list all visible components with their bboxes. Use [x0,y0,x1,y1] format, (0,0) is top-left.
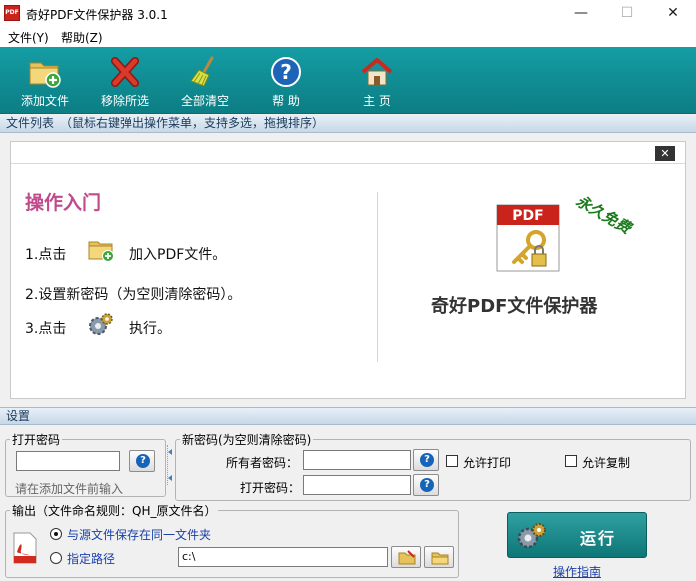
arrow-left-icon [168,449,172,455]
help-icon: ? [420,453,434,467]
new-password-legend: 新密码(为空则清除密码) [182,433,312,447]
arrow-left-icon [168,475,172,481]
add-file-button[interactable]: 添加文件 [8,51,82,111]
new-open-password-help-button[interactable]: ? [413,474,439,496]
guide-panel-top: ✕ [11,142,685,164]
new-open-password-input[interactable] [303,475,411,495]
settings-header: 设置 [0,407,696,425]
clear-all-label: 全部清空 [180,94,229,108]
owner-password-help-button[interactable]: ? [413,449,439,471]
step-1-prefix: 1.点击 [25,247,67,263]
menu-bar: 文件(Y) 帮助(Z) [0,28,696,47]
owner-password-input[interactable] [303,450,411,470]
toolbar: 添加文件 移除所选 全部清空 ? 帮 助 主 页 [0,47,696,114]
svg-text:?: ? [280,60,292,84]
home-icon [361,58,393,86]
step-2: 2.设置新密码（为空则清除密码）。 [25,287,242,303]
remove-selected-button[interactable]: 移除所选 [88,51,162,111]
file-list[interactable]: ✕ 操作入门 1.点击 加入PDF文件。 2.设置新密码（为空则清除密码）。 3… [0,133,696,407]
run-button[interactable]: 运行 [507,512,647,558]
folder-browse-icon [398,550,416,565]
close-button[interactable]: ✕ [650,0,696,28]
remove-x-icon [111,57,139,87]
gears-icon [89,313,113,335]
guide-close-button[interactable]: ✕ [655,146,675,161]
menu-help[interactable]: 帮助(Z) [61,29,103,46]
step-3-suffix: 执行。 [129,321,171,337]
home-button[interactable]: 主 页 [340,51,414,111]
product-icon-text: PDF [512,208,543,224]
open-password-input[interactable] [16,451,120,471]
owner-password-label: 所有者密码： [226,456,299,470]
run-label: 运行 [580,529,617,548]
minimize-button[interactable]: — [558,0,604,28]
step-1-suffix: 加入PDF文件。 [129,247,227,263]
custom-path-radio[interactable] [50,552,62,564]
browse-folder-button[interactable] [391,546,421,568]
help-icon: ? [271,57,301,87]
broom-icon [190,56,214,87]
allow-copy-checkbox[interactable] [565,455,577,467]
same-folder-radio[interactable] [50,528,62,540]
step-3-prefix: 3.点击 [25,321,67,337]
guide-heading: 操作入门 [25,192,102,214]
free-forever-stamp: 永久免费 [573,191,634,238]
window-title: 奇好PDF文件保护器 3.0.1 [26,8,168,22]
product-name: 奇好PDF文件保护器 [431,296,598,317]
add-file-label: 添加文件 [20,94,69,108]
custom-path-label: 指定路径 [67,552,116,566]
help-icon: ? [420,478,434,492]
allow-copy-label: 允许复制 [582,456,631,470]
open-password-hint: 请在添加文件前输入 [15,482,124,496]
user-guide-link[interactable]: 操作指南 [553,563,601,580]
guide-panel: ✕ 操作入门 1.点击 加入PDF文件。 2.设置新密码（为空则清除密码）。 3… [10,141,686,399]
help-label: 帮 助 [272,94,300,108]
title-bar: PDF 奇好PDF文件保护器 3.0.1 — ☐ ✕ [0,0,696,28]
splitter-handle[interactable] [167,445,173,485]
open-folder-icon [431,552,449,565]
home-label: 主 页 [363,94,391,108]
output-legend: 输出（文件命名规则：QH_原文件名） [12,504,217,518]
new-open-password-label: 打开密码： [240,481,301,495]
clear-all-button[interactable]: 全部清空 [168,51,242,111]
output-path-input[interactable]: c:\ [178,547,388,567]
add-folder-icon [29,62,61,88]
open-folder-button[interactable] [424,546,454,568]
guide-divider [377,192,378,362]
menu-file[interactable]: 文件(Y) [8,29,49,46]
open-password-help-button[interactable]: ? [129,450,155,472]
file-list-header: 文件列表 （鼠标右键弹出操作菜单，支持多选，拖拽排序） [0,115,696,133]
help-button[interactable]: ? 帮 助 [249,51,323,111]
maximize-button[interactable]: ☐ [604,0,650,28]
app-pdf-icon: PDF [4,5,20,21]
allow-print-checkbox[interactable] [446,455,458,467]
same-folder-label: 与源文件保存在同一文件夹 [67,528,212,542]
open-password-legend: 打开密码 [12,433,61,447]
allow-print-label: 允许打印 [463,456,512,470]
add-folder-icon [88,241,114,262]
pdf-lock-icon: PDF [496,204,560,272]
pdf-file-icon [13,532,37,564]
help-icon: ? [136,454,150,468]
gears-icon [517,523,546,549]
remove-selected-label: 移除所选 [100,94,149,108]
